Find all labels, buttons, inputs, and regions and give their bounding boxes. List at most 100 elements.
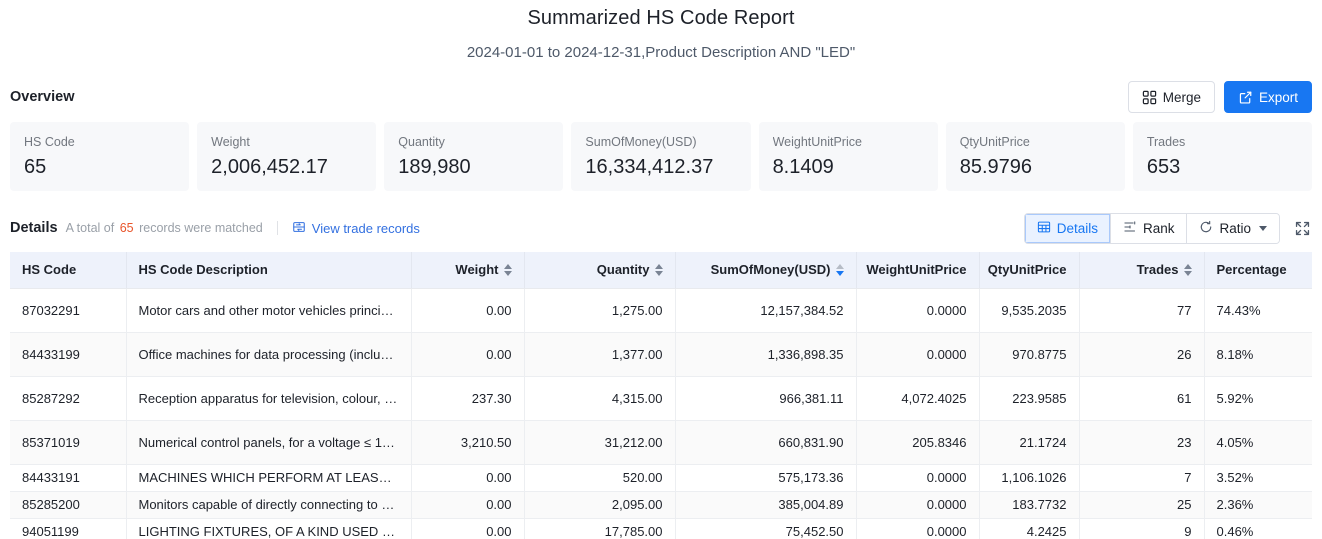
stat-value: 2,006,452.17 — [211, 156, 328, 178]
cell-trades: 77 — [1079, 288, 1205, 333]
col-header-weight[interactable]: Weight — [411, 252, 525, 289]
cell-qty-unit-price: 21.1724 — [979, 420, 1080, 465]
cell-description: Office machines for data processing (inc… — [126, 332, 412, 377]
col-header-percentage[interactable]: Percentage — [1204, 252, 1312, 289]
cell-weight-unit-price: 0.0000 — [856, 288, 980, 333]
cell-percentage: 8.18% — [1204, 332, 1312, 377]
cell-percentage: 3.52% — [1204, 464, 1312, 492]
details-record-count: 65 — [119, 221, 134, 235]
tab-rank[interactable]: Rank — [1110, 213, 1188, 243]
details-table: HS Code HS Code Description Weight Quant — [10, 252, 1312, 539]
stat-value: 653 — [1146, 156, 1181, 178]
view-trade-records-link[interactable]: View trade records — [292, 220, 420, 237]
stat-card-sum-of-money: SumOfMoney(USD) 16,334,412.37 — [571, 122, 751, 191]
cell-trades: 26 — [1079, 332, 1205, 377]
overview-heading: Overview — [10, 89, 75, 105]
cell-weight-unit-price: 0.0000 — [856, 491, 980, 519]
table-row[interactable]: 85371019 Numerical control panels, for a… — [10, 420, 1312, 465]
cell-qty-unit-price: 223.9585 — [979, 376, 1080, 421]
cell-qty-unit-price: 9,535.2035 — [979, 288, 1080, 333]
stat-card-hs-code: HS Code 65 — [10, 122, 190, 191]
cell-weight: 0.00 — [411, 491, 525, 519]
col-header-trades[interactable]: Trades — [1079, 252, 1205, 289]
cell-weight: 0.00 — [411, 288, 525, 333]
col-header-label: HS Code Description — [138, 262, 268, 278]
stat-card-weight: Weight 2,006,452.17 — [197, 122, 377, 191]
cell-description: Monitors capable of directly connecting … — [126, 491, 412, 519]
cell-description: LIGHTING FIXTURES, OF A KIND USED FOR DO… — [126, 518, 412, 539]
col-header-label: SumOfMoney(USD) — [710, 262, 831, 278]
cell-qty-unit-price: 1,106.1026 — [979, 464, 1080, 492]
cell-sum-of-money: 12,157,384.52 — [675, 288, 857, 333]
cell-hs-code: 87032291 — [10, 288, 127, 333]
col-header-quantity[interactable]: Quantity — [524, 252, 676, 289]
stat-label: HS Code — [24, 135, 75, 149]
table-row[interactable]: 85287292 Reception apparatus for televis… — [10, 376, 1312, 421]
details-table-container: HS Code HS Code Description Weight Quant — [0, 252, 1322, 539]
stat-label: WeightUnitPrice — [772, 135, 862, 149]
col-header-hs-code-description[interactable]: HS Code Description — [126, 252, 412, 289]
export-button[interactable]: Export — [1223, 81, 1312, 113]
report-page: Summarized HS Code Report 2024-01-01 to … — [0, 0, 1322, 539]
cell-quantity: 1,377.00 — [524, 332, 676, 377]
trade-records-icon — [292, 220, 306, 237]
tab-details[interactable]: Details — [1024, 213, 1111, 243]
cell-hs-code: 94051199 — [10, 518, 127, 539]
fullscreen-icon[interactable] — [1292, 218, 1312, 238]
cell-trades: 23 — [1079, 420, 1205, 465]
cell-weight-unit-price: 4,072.4025 — [856, 376, 980, 421]
cell-weight-unit-price: 0.0000 — [856, 332, 980, 377]
table-row[interactable]: 84433191 MACHINES WHICH PERFORM AT LEAST… — [10, 464, 1312, 492]
page-title: Summarized HS Code Report — [527, 7, 795, 29]
col-header-hs-code[interactable]: HS Code — [10, 252, 127, 289]
cell-quantity: 31,212.00 — [524, 420, 676, 465]
cell-sum-of-money: 75,452.50 — [675, 518, 857, 539]
col-header-sum-of-money[interactable]: SumOfMoney(USD) — [675, 252, 857, 289]
cell-sum-of-money: 1,336,898.35 — [675, 332, 857, 377]
rank-bars-icon — [1123, 220, 1137, 237]
merge-button[interactable]: Merge — [1127, 81, 1215, 113]
tab-details-label: Details — [1056, 220, 1098, 236]
table-row[interactable]: 87032291 Motor cars and other motor vehi… — [10, 288, 1312, 333]
sort-toggle-trades[interactable] — [1183, 263, 1192, 276]
details-meta-prefix: A total of — [65, 221, 115, 235]
table-body: 87032291 Motor cars and other motor vehi… — [10, 288, 1312, 539]
cell-description: Numerical control panels, for a voltage … — [126, 420, 412, 465]
sort-toggle-quantity[interactable] — [654, 263, 663, 276]
cell-hs-code: 84433191 — [10, 464, 127, 492]
table-row[interactable]: 85285200 Monitors capable of directly co… — [10, 491, 1312, 519]
cell-hs-code: 85285200 — [10, 491, 127, 519]
overview-bar: Overview Merge Export — [0, 81, 1322, 113]
cell-description: Reception apparatus for television, colo… — [126, 376, 412, 421]
cell-sum-of-money: 966,381.11 — [675, 376, 857, 421]
cell-weight: 0.00 — [411, 518, 525, 539]
table-row[interactable]: 84433199 Office machines for data proces… — [10, 332, 1312, 377]
tab-rank-label: Rank — [1142, 220, 1175, 236]
cell-qty-unit-price: 970.8775 — [979, 332, 1080, 377]
table-row[interactable]: 94051199 LIGHTING FIXTURES, OF A KIND US… — [10, 518, 1312, 539]
view-trade-records-label: View trade records — [311, 220, 420, 236]
sort-toggle-sum-of-money[interactable] — [835, 263, 844, 276]
stat-label: QtyUnitPrice — [959, 135, 1030, 149]
stat-card-trades: Trades 653 — [1132, 122, 1312, 191]
stat-value: 16,334,412.37 — [585, 156, 714, 178]
sort-toggle-weight[interactable] — [503, 263, 512, 276]
stat-value: 85.9796 — [959, 156, 1032, 178]
table-grid-icon — [1037, 220, 1051, 237]
cell-weight-unit-price: 205.8346 — [856, 420, 980, 465]
col-header-weight-unit-price[interactable]: WeightUnitPrice — [856, 252, 980, 289]
cell-sum-of-money: 575,173.36 — [675, 464, 857, 492]
cell-trades: 7 — [1079, 464, 1205, 492]
col-header-label: WeightUnitPrice — [866, 262, 967, 278]
cell-hs-code: 84433199 — [10, 332, 127, 377]
cell-weight: 237.30 — [411, 376, 525, 421]
cell-weight-unit-price: 0.0000 — [856, 464, 980, 492]
tab-ratio[interactable]: Ratio — [1187, 213, 1279, 243]
col-header-qty-unit-price[interactable]: QtyUnitPrice — [979, 252, 1080, 289]
col-header-label: Percentage — [1216, 262, 1287, 278]
cell-hs-code: 85371019 — [10, 420, 127, 465]
cell-hs-code: 85287292 — [10, 376, 127, 421]
stat-value: 8.1409 — [772, 156, 834, 178]
toolbar-divider — [276, 221, 278, 235]
tab-ratio-label: Ratio — [1219, 220, 1251, 236]
